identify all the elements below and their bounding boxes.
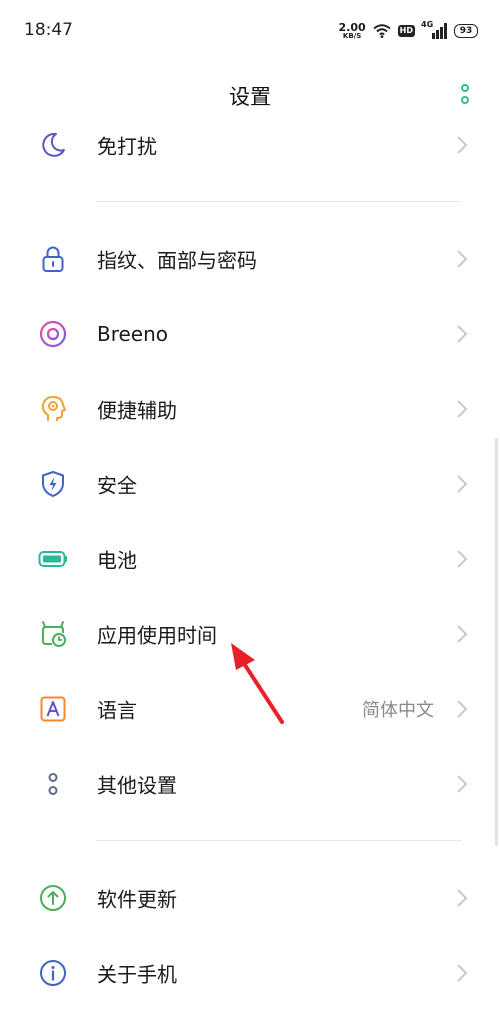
status-bar: 18:47 2.00 KB/S HD 4G 93 [0,0,500,60]
status-icons: 2.00 KB/S HD 4G 93 [339,20,478,42]
section-divider [96,840,462,841]
lock-icon [42,246,64,272]
chevron-right-icon [457,250,468,268]
settings-item-label: 免打扰 [97,134,157,159]
other-settings-icon [48,773,58,795]
settings-item-software-update[interactable]: 软件更新 [0,861,500,935]
wifi-icon [373,24,391,38]
settings-item-label: Breeno [97,322,169,346]
assist-head-icon [41,396,66,421]
settings-item-convenience-assist[interactable]: 便捷辅助 [0,372,500,446]
moon-icon [42,132,65,157]
settings-item-breeno[interactable]: Breeno [0,297,500,371]
network-type: 4G [421,20,434,29]
settings-item-battery[interactable]: 电池 [0,522,500,596]
settings-item-security[interactable]: 安全 [0,447,500,521]
settings-item-label: 应用使用时间 [97,623,217,648]
settings-item-label: 语言 [97,698,137,723]
settings-item-fingerprint-face-password[interactable]: 指纹、面部与密码 [0,222,500,296]
chevron-right-icon [457,889,468,907]
network-speed-unit: KB/S [342,32,362,40]
breeno-icon [39,320,67,348]
settings-item-label: 关于手机 [97,962,177,987]
settings-item-do-not-disturb[interactable]: 免打扰 [0,108,500,182]
chevron-right-icon [457,625,468,643]
battery-icon [38,551,67,567]
battery-indicator: 93 [454,24,478,38]
settings-item-label: 软件更新 [97,887,177,912]
info-icon [40,960,66,986]
cellular-signal-icon: 4G [421,20,447,39]
settings-item-label: 指纹、面部与密码 [97,248,257,273]
language-icon [40,696,66,722]
settings-item-label: 便捷辅助 [97,398,177,423]
settings-item-language[interactable]: 语言 简体中文 [0,672,500,746]
network-speed: 2.00 KB/S [339,22,366,40]
chevron-right-icon [457,400,468,418]
status-time: 18:47 [24,20,73,40]
more-vertical-icon[interactable] [458,83,472,107]
chevron-right-icon [457,550,468,568]
chevron-right-icon [457,775,468,793]
settings-item-app-usage-time[interactable]: 应用使用时间 [0,597,500,671]
settings-item-label: 电池 [97,548,137,573]
shield-icon [42,471,64,497]
settings-item-label: 安全 [97,473,137,498]
language-current-value: 简体中文 [362,700,434,721]
section-divider [96,201,462,202]
chevron-right-icon [457,325,468,343]
chevron-right-icon [457,964,468,982]
battery-level: 93 [459,26,473,36]
chevron-right-icon [457,475,468,493]
settings-item-about-phone[interactable]: 关于手机 [0,936,500,1010]
settings-item-label: 其他设置 [97,773,177,798]
chevron-right-icon [457,136,468,154]
settings-item-other-settings[interactable]: 其他设置 [0,747,500,821]
app-timer-icon [42,621,66,647]
update-icon [40,885,66,911]
page-title: 设置 [229,85,271,109]
chevron-right-icon [457,700,468,718]
hd-badge: HD [397,25,415,37]
